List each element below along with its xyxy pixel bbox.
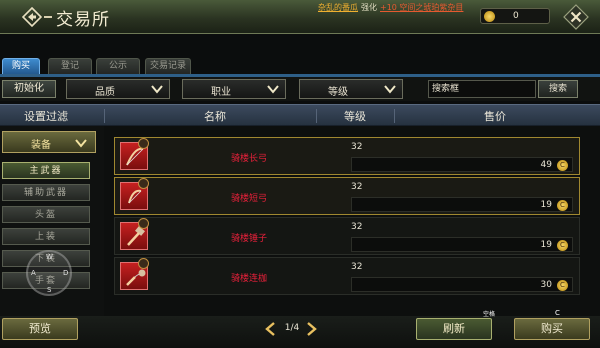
joystick-up-key: W [46,253,53,261]
item-price: 19 [540,200,552,210]
notice-action: 强化 [361,3,377,12]
prev-page-button[interactable] [264,321,276,337]
buy-button[interactable]: 购买 [514,318,590,340]
item-price: 30 [540,280,552,290]
item-badge-icon [138,258,149,269]
item-badge-icon [138,138,149,149]
item-price-box: 49 C [351,157,573,172]
notice-item-link[interactable]: +10 空间之琥珀紫杂目 [380,3,463,12]
notice-player-name[interactable]: 杂乱的番瓜 [318,3,358,12]
list-item[interactable]: 骑楼连枷 32 30 C [114,257,580,295]
buy-key-hint: C [555,309,560,317]
item-name: 骑楼长弓 [231,154,268,164]
gold-coin-icon: C [557,280,568,291]
item-level: 32 [351,262,363,272]
tab-buy[interactable]: 购买 [2,58,40,74]
item-name: 骑楼锤子 [231,234,268,244]
class-dropdown-label: 职业 [211,87,231,98]
gold-coin-icon: C [557,200,568,211]
refresh-button[interactable]: 刷新 [416,318,492,340]
list-item[interactable]: 骑楼短弓 32 19 C [114,177,580,215]
gold-coin-icon: C [557,160,568,171]
gold-coin-icon: C [557,240,568,251]
list-header: 设置过滤 名称 等级 售价 [0,104,600,126]
gold-value: 0 [513,11,519,21]
diamond-arrow-icon [22,7,42,27]
tab-announcement[interactable]: 公示 [96,58,140,74]
tab-trade-history[interactable]: 交易记录 [145,58,191,74]
window-title: 交易所 [56,10,110,30]
item-price-box: 30 C [351,277,573,292]
gold-balance: 0 [480,8,550,24]
virtual-joystick[interactable]: W S A D [26,250,72,296]
header-name: 名称 [204,110,226,123]
chevron-down-icon [151,85,163,94]
refresh-key-hint: 空格 [483,311,496,318]
page-indicator: 1/4 [284,323,300,333]
category-label: 装备 [31,140,51,151]
header-price: 售价 [484,110,506,123]
item-level: 32 [351,222,363,232]
subcategory-top[interactable]: 上装 [2,228,90,245]
item-price-box: 19 C [351,197,573,212]
item-level: 32 [351,142,363,152]
preview-button[interactable]: 预览 [2,318,78,340]
joystick-right-key: D [63,269,69,277]
title-separator [44,16,52,18]
item-badge-icon [138,178,149,189]
reset-button[interactable]: 初始化 [2,80,56,98]
item-level: 32 [351,182,363,192]
item-name: 骑楼连枷 [231,274,268,284]
item-name: 骑楼短弓 [231,194,268,204]
list-item[interactable]: 骑楼锤子 32 19 C [114,217,580,255]
subcategory-secondary-weapon[interactable]: 辅助武器 [2,184,90,201]
chevron-left-icon [265,322,275,336]
header-divider [316,109,317,123]
subcategory-main-weapon[interactable]: 主武器 [2,162,90,179]
item-badge-icon [138,218,149,229]
next-page-button[interactable] [306,321,318,337]
gold-coin-icon [484,11,495,22]
level-dropdown-label: 等级 [328,87,348,98]
item-price: 49 [540,160,552,170]
header-divider [104,109,105,123]
joystick-left-key: A [31,269,36,277]
level-dropdown[interactable]: 等级 [299,79,403,99]
close-button[interactable] [562,3,590,31]
chevron-down-icon [267,85,279,94]
joystick-down-key: S [47,286,52,294]
chevron-right-icon [307,322,317,336]
tab-register[interactable]: 登记 [48,58,92,74]
class-dropdown[interactable]: 职业 [182,79,286,99]
header-filter-setting: 设置过滤 [24,110,68,123]
list-item[interactable]: 骑楼长弓 32 49 C [114,137,580,175]
item-price: 19 [540,240,552,250]
title-bar: 交易所 杂乱的番瓜 强化 +10 空间之琥珀紫杂目 0 [0,0,600,34]
chevron-down-icon [75,139,87,148]
search-input[interactable]: 搜索框 [428,80,536,98]
subcategory-helmet[interactable]: 头盔 [2,206,90,223]
header-level: 等级 [344,110,366,123]
search-button[interactable]: 搜索 [538,80,578,98]
category-dropdown[interactable]: 装备 [2,131,96,153]
quality-dropdown-label: 品质 [95,87,115,98]
quality-dropdown[interactable]: 品质 [66,79,170,99]
header-divider [394,109,395,123]
broadcast-notice[interactable]: 杂乱的番瓜 强化 +10 空间之琥珀紫杂目 [318,2,463,13]
item-price-box: 19 C [351,237,573,252]
chevron-down-icon [384,85,396,94]
